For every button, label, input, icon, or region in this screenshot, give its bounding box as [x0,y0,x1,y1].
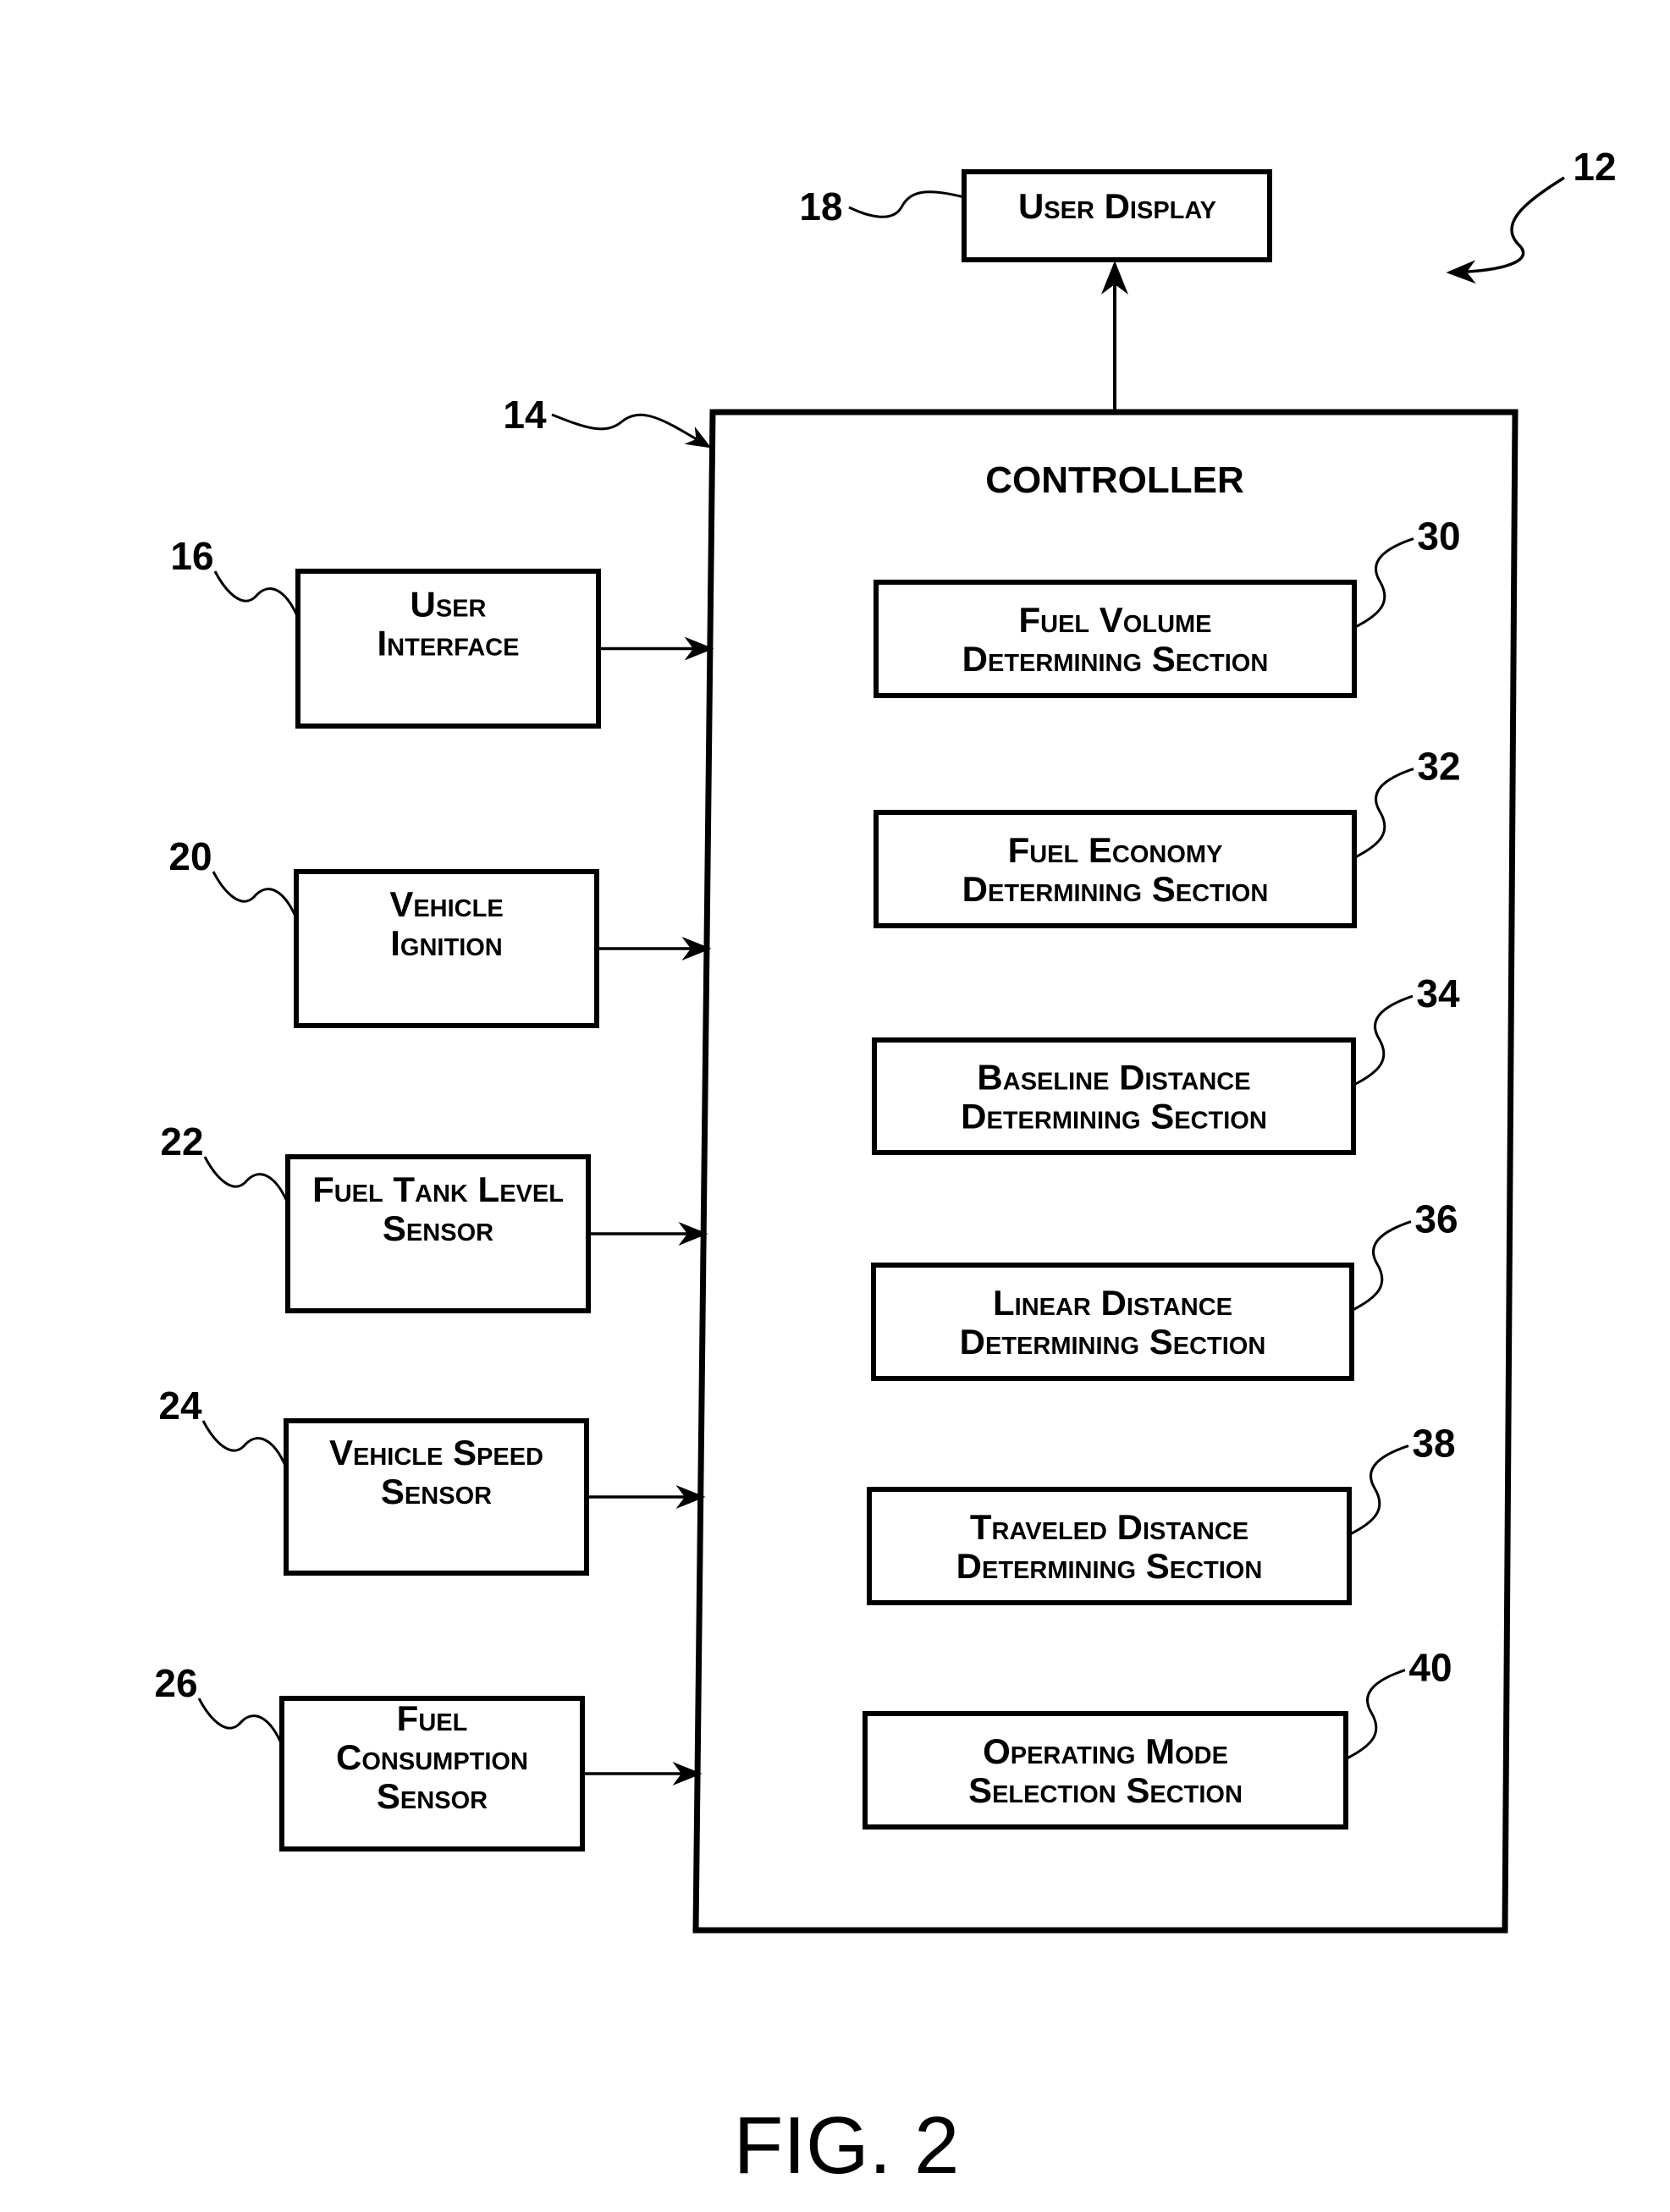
input-label-line: Vehicle Speed [329,1433,543,1472]
section-leader-line [1348,1444,1409,1536]
input-leader-line [201,1420,288,1468]
ref-label-input: 20 [168,834,212,878]
controller-section: Fuel EconomyDetermining Section 32 [874,745,1461,928]
input-leader-line [197,1698,284,1746]
input-device: Fuel Tank LevelSensor 22 [160,1120,708,1313]
ref-label-section: 32 [1417,745,1460,789]
section-label-line: Determining Section [956,1546,1263,1586]
input-device: VehicleIgnition 20 [168,834,712,1028]
ref-label-input: 26 [154,1661,197,1705]
ref-label-section: 38 [1412,1422,1455,1466]
user-display-label: User Display [1018,186,1216,226]
input-label-line: Consumption [336,1737,528,1777]
input-label-line: Ignition [390,923,503,963]
ref-label-controller: 14 [503,393,547,437]
ref-label-system: 12 [1573,145,1616,189]
controller-label: CONTROLLER [985,459,1244,501]
section-label-line: Selection Section [968,1770,1243,1810]
controller-section: Baseline DistanceDetermining Section 34 [872,971,1460,1155]
section-leader-line [1353,768,1414,859]
input-device: FuelConsumptionSensor 26 [154,1661,703,1852]
section-leader-line [1345,1669,1406,1760]
input-leader-line [203,1156,289,1204]
input-label-line: Vehicle [389,884,503,924]
input-label-line: User [411,585,487,625]
section-label-line: Determining Section [961,1097,1267,1136]
controller-leader-arrow [551,413,712,448]
input-device: Vehicle SpeedSensor 24 [158,1384,706,1576]
input-label-line: Interface [378,624,520,663]
controller-section: Linear DistanceDetermining Section 36 [871,1197,1458,1381]
input-label-line: Sensor [381,1472,492,1511]
input-device: UserInterface 16 [170,534,714,729]
controller-section: Traveled DistanceDetermining Section 38 [867,1422,1456,1605]
input-label-line: Sensor [377,1776,488,1816]
ref-label-input: 24 [158,1384,202,1428]
input-devices: UserInterface 16 VehicleIgnition 20 Fuel Tan… [154,534,714,1852]
controller-sections: Fuel VolumeDetermining Section30Fuel Eco… [863,514,1461,1830]
section-label-line: Determining Section [962,869,1269,909]
input-label-line: Fuel Tank Level [312,1169,564,1209]
section-label-line: Baseline Distance [977,1058,1250,1098]
input-leader-line [212,871,298,919]
section-leader-line [1353,537,1414,629]
controller-section: Operating ModeSelection Section 40 [863,1646,1452,1830]
ref-label-section: 40 [1408,1646,1452,1690]
section-label-line: Fuel Economy [1008,830,1223,870]
ref-label-section: 34 [1416,971,1460,1015]
ref-label-section: 30 [1417,514,1460,559]
section-leader-line [1351,1220,1412,1312]
figure-caption: FIG. 2 [734,2100,960,2191]
input-label-line: Sensor [383,1208,493,1248]
controller-section: Fuel VolumeDetermining Section 30 [874,514,1461,698]
block-diagram: 12 18 User Display 14 CONTROLLER Fuel Vo… [154,145,1616,2191]
input-leader-line [213,570,300,619]
output-leader-line [848,190,965,218]
ref-label-output: 18 [799,184,842,228]
ref-label-input: 16 [170,534,213,578]
section-leader-line [1353,994,1414,1087]
ref-label-section: 36 [1414,1197,1458,1241]
patent-figure: 12 18 User Display 14 CONTROLLER Fuel Vo… [0,0,1670,2212]
section-label-line: Determining Section [960,1322,1266,1362]
section-label-line: Linear Distance [993,1283,1232,1323]
system-leader-arrow [1446,176,1565,284]
ref-label-input: 22 [160,1120,203,1164]
section-label-line: Traveled Distance [970,1507,1248,1547]
section-label-line: Fuel Volume [1018,600,1211,640]
section-label-line: Operating Mode [983,1731,1228,1771]
input-label-line: Fuel [397,1698,468,1738]
section-label-line: Determining Section [962,639,1269,679]
